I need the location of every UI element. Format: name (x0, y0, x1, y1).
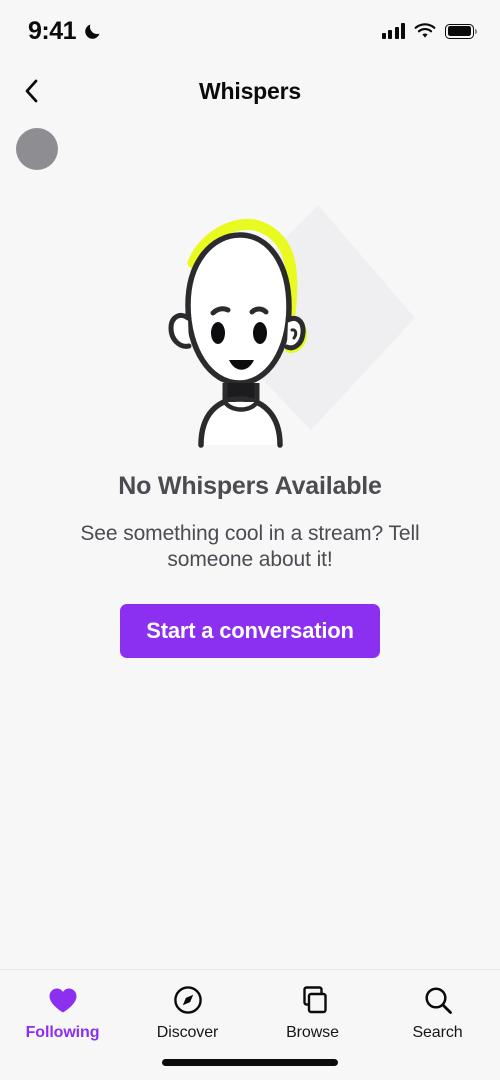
heart-icon (48, 984, 78, 1016)
back-button[interactable] (10, 70, 52, 112)
tab-search[interactable]: Search (375, 984, 500, 1042)
tab-discover[interactable]: Discover (125, 984, 250, 1042)
crescent-moon-icon (85, 24, 100, 39)
chevron-left-icon (25, 79, 37, 103)
status-bar-left: 9:41 (28, 17, 103, 46)
face-illustration-svg (168, 205, 415, 448)
compass-icon (173, 984, 203, 1016)
tab-label-search: Search (412, 1024, 463, 1041)
person-face-illustration (85, 200, 415, 450)
empty-state-subtitle: See something cool in a stream? Tell som… (80, 522, 420, 572)
app-screen: 9:41 Whispers No Whispers Available See … (0, 0, 500, 1080)
search-icon (423, 984, 453, 1016)
tab-label-browse: Browse (286, 1024, 339, 1041)
tab-label-following: Following (25, 1024, 100, 1041)
status-bar-right (381, 22, 478, 40)
empty-state: No Whispers Available See something cool… (0, 184, 500, 969)
tab-label-discover: Discover (156, 1024, 219, 1041)
cellular-signal-icon (381, 23, 405, 39)
wifi-icon (414, 22, 436, 38)
bottom-tab-bar: Following Discover Browse Search (0, 969, 500, 1080)
status-bar: 9:41 (0, 0, 500, 62)
start-conversation-button[interactable]: Start a conversation (120, 603, 380, 658)
home-indicator[interactable] (162, 1059, 338, 1066)
tab-browse[interactable]: Browse (250, 984, 375, 1042)
status-bar-time: 9:41 (28, 16, 77, 45)
avatar-row (0, 120, 500, 184)
page-title: Whispers (199, 77, 301, 104)
avatar[interactable] (16, 128, 58, 170)
battery-full-icon (445, 23, 478, 39)
copy-icon (298, 984, 328, 1016)
tab-following[interactable]: Following (0, 984, 125, 1042)
nav-bar: Whispers (0, 62, 500, 120)
empty-state-title: No Whispers Available (118, 472, 382, 500)
